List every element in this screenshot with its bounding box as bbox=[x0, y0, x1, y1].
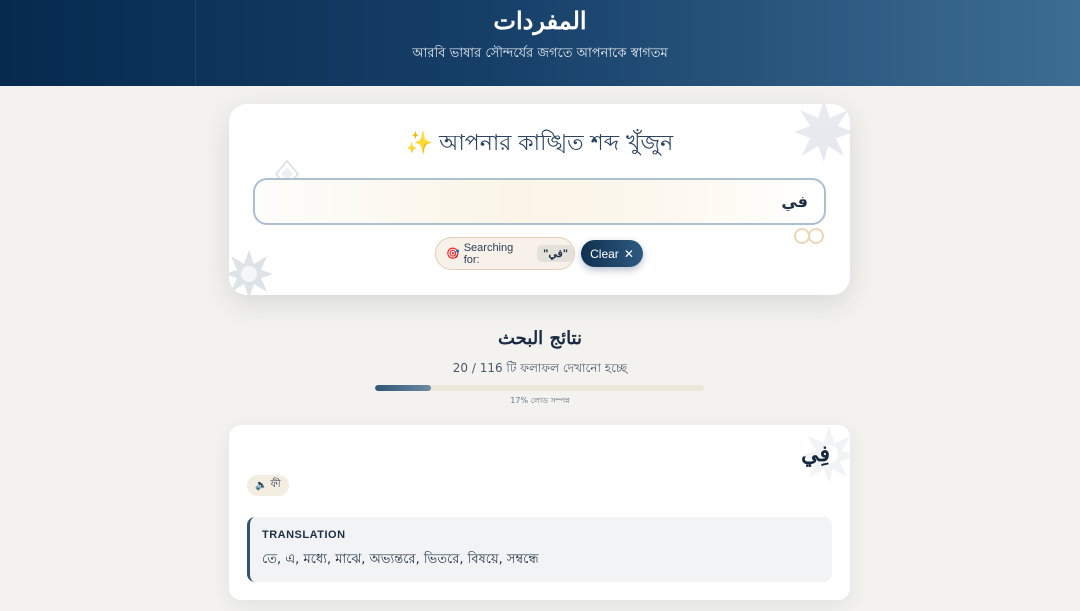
word-arabic: فِي bbox=[801, 441, 830, 467]
load-progress-bar bbox=[375, 385, 704, 391]
search-input[interactable] bbox=[253, 178, 826, 225]
searching-for-label: Searching for: bbox=[463, 241, 514, 266]
translation-box: TRANSLATION তে, এ, মধ্যে, মাঝে, অভ্যন্তর… bbox=[247, 517, 832, 582]
pronunciation-text: ফী bbox=[270, 479, 281, 490]
page-subtitle: আরবি ভাষার সৌন্দর্যের জগতে আপনাকে স্বাগত… bbox=[412, 46, 668, 61]
translation-label: TRANSLATION bbox=[262, 529, 346, 541]
flower-ornament-icon bbox=[229, 250, 273, 295]
searching-for-term: "في" bbox=[537, 245, 574, 262]
clear-button-label: Clear bbox=[590, 246, 619, 261]
rings-ornament-icon bbox=[794, 228, 824, 244]
load-progress-label: 17% লোড সম্পন্ন bbox=[510, 396, 570, 405]
target-icon: 🎯 bbox=[446, 248, 460, 260]
results-title: نتائج البحث bbox=[497, 328, 583, 349]
search-heading: ✨ আপনার কাঙ্খিত শব্দ খুঁজুন bbox=[229, 126, 850, 163]
search-card: ✨আপনার কাঙ্খিত শব্দ খুঁজুন 🎯 Searching f… bbox=[229, 104, 850, 295]
word-card[interactable]: فِي 🔈 ফী TRANSLATION তে, এ, মধ্যে, মাঝে,… bbox=[229, 425, 850, 600]
load-progress-fill bbox=[375, 385, 431, 391]
app-header: المفردات আরবি ভাষার সৌন্দর্যের জগতে আপনা… bbox=[0, 0, 1080, 86]
results-count: 20 / 116 টি ফলাফল দেখানো হচ্ছে bbox=[452, 361, 628, 375]
page-title: المفردات bbox=[493, 6, 587, 35]
translation-text: তে, এ, মধ্যে, মাঝে, অভ্যন্তরে, ভিতরে, বি… bbox=[262, 552, 539, 567]
clear-button[interactable]: Clear ✕ bbox=[581, 240, 643, 267]
close-icon: ✕ bbox=[623, 246, 634, 261]
pronunciation-button[interactable]: 🔈 ফী bbox=[247, 475, 289, 496]
search-heading-text: আপনার কাঙ্খিত শব্দ খুঁজুন bbox=[439, 131, 674, 156]
speaker-icon: 🔈 bbox=[255, 480, 268, 491]
searching-for-pill: 🎯 Searching for: "في" bbox=[435, 237, 575, 270]
sparkles-icon: ✨ bbox=[405, 131, 434, 156]
